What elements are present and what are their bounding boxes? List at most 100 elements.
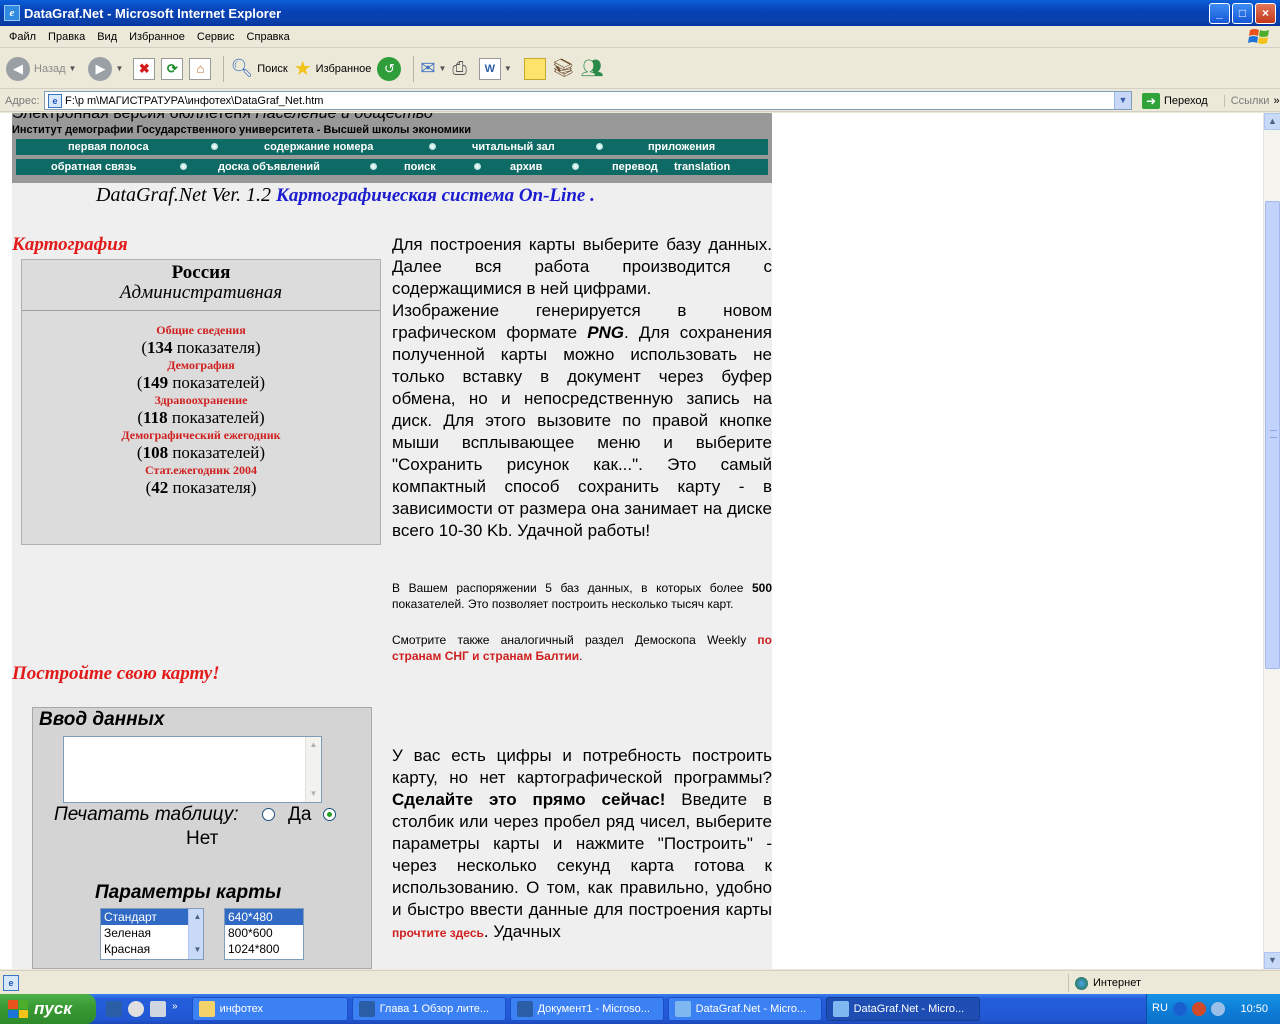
clock[interactable]: 10:50	[1240, 1003, 1268, 1015]
print-yes-radio[interactable]	[261, 808, 275, 822]
mail-dropdown-icon: ▼	[438, 64, 447, 73]
start-label: пуск	[34, 999, 72, 1018]
forward-button[interactable]: ▶ ▼	[88, 56, 124, 81]
word-doc-icon	[358, 1001, 375, 1017]
nav-board[interactable]: доска объявлений	[218, 161, 320, 173]
scroll-thumb[interactable]	[192, 924, 203, 942]
scroll-up-icon[interactable]: ▲	[306, 737, 321, 753]
start-button[interactable]: пуск	[0, 994, 96, 1024]
favorites-label: Избранное	[315, 62, 372, 75]
research-icon: 📚︎	[551, 58, 575, 78]
home-icon: ⌂	[189, 57, 212, 80]
list-option[interactable]: 800*600	[225, 925, 303, 941]
media-quicklaunch-icon[interactable]	[128, 1001, 144, 1017]
home-button[interactable]: ⌂	[189, 57, 212, 80]
toolbar-separator	[223, 55, 225, 82]
word-quicklaunch-icon[interactable]	[106, 1001, 122, 1017]
scroll-down-icon[interactable]: ▼	[192, 942, 203, 957]
go-button[interactable]: ➜ Переход	[1138, 92, 1208, 109]
mail-button[interactable]: ✉ ▼	[420, 58, 446, 79]
database-link[interactable]: Демографический ежегодник	[22, 428, 380, 443]
links-button[interactable]: Ссылки	[1223, 94, 1269, 107]
forward-dropdown-icon: ▼	[115, 64, 124, 73]
minimize-button[interactable]: _	[1209, 2, 1230, 24]
taskbar-item[interactable]: Глава 1 Обзор лите...	[351, 997, 506, 1021]
nav-translation-en[interactable]: translation	[674, 161, 730, 173]
listbox-scrollbar[interactable]: ▲ ▼	[188, 909, 203, 959]
go-arrow-icon: ➜	[1142, 92, 1160, 109]
stop-button[interactable]: ✖	[133, 57, 156, 80]
nav-contents[interactable]: содержание номера	[264, 141, 373, 153]
edit-button[interactable]: W ▼	[478, 57, 512, 80]
taskbar-item[interactable]: Документ1 - Microso...	[509, 997, 664, 1021]
scroll-up-icon[interactable]: ▲	[192, 909, 203, 924]
database-link[interactable]: Демография	[22, 358, 380, 373]
database-link[interactable]: Здравоохранение	[22, 393, 380, 408]
nav-search[interactable]: поиск	[404, 161, 436, 173]
refresh-button[interactable]: ⟳	[161, 57, 184, 80]
page-scrollbar[interactable]: ▲ ▼	[1263, 113, 1280, 969]
menu-file[interactable]: Файл	[0, 31, 42, 43]
address-dropdown-icon[interactable]: ▼	[1114, 92, 1131, 109]
nav-bullet-icon	[429, 143, 436, 150]
scroll-up-icon[interactable]: ▲	[1264, 113, 1280, 130]
network-icon[interactable]	[1192, 1002, 1206, 1016]
bulletin-title-plain: Электронная версия бюллетеня	[12, 113, 256, 122]
maximize-button[interactable]: □	[1232, 2, 1253, 24]
discuss-button[interactable]	[523, 57, 546, 80]
list-option[interactable]: 640*480	[225, 909, 303, 925]
list-option[interactable]: 1024*800	[225, 941, 303, 957]
back-button[interactable]: ◀ Назад ▼	[6, 56, 76, 81]
search-button[interactable]: 🔍︎ Поиск	[230, 58, 287, 79]
bluetooth-icon[interactable]	[1173, 1002, 1187, 1016]
address-input[interactable]: e F:\р m\МАГИСТРАТУРА\инфотех\DataGraf_N…	[44, 91, 1132, 110]
nav-archive[interactable]: архив	[510, 161, 542, 173]
scroll-thumb[interactable]	[1265, 201, 1280, 669]
database-link[interactable]: Общие сведения	[22, 323, 380, 338]
data-textarea[interactable]: ▲ ▼	[63, 736, 322, 803]
taskbar-item[interactable]: DataGraf.Net - Micro...	[667, 997, 822, 1021]
database-link[interactable]: Стат.ежегодник 2004	[22, 463, 380, 478]
russia-database-box: Россия Административная Общие сведения (…	[21, 259, 381, 545]
read-here-link[interactable]: прочтите здесь	[392, 926, 484, 940]
links-chevron-icon[interactable]: »	[1273, 95, 1279, 107]
print-no-radio[interactable]	[322, 808, 336, 822]
print-button[interactable]: ⎙	[452, 58, 466, 79]
textarea-scrollbar[interactable]: ▲ ▼	[305, 737, 321, 802]
nav-first-page[interactable]: первая полоса	[68, 141, 149, 153]
nav-appendix[interactable]: приложения	[648, 141, 715, 153]
map-size-listbox[interactable]: 640*480 800*600 1024*800	[224, 908, 304, 960]
color-scheme-listbox[interactable]: Стандарт Зеленая Красная ▲ ▼	[100, 908, 204, 960]
language-indicator[interactable]: RU	[1152, 1002, 1168, 1014]
go-label: Переход	[1164, 94, 1208, 107]
menu-help[interactable]: Справка	[241, 31, 296, 43]
scroll-down-icon[interactable]: ▼	[306, 786, 321, 802]
scroll-down-icon[interactable]: ▼	[1264, 952, 1280, 969]
mail-icon: ✉	[420, 58, 436, 78]
app-quicklaunch-icon[interactable]	[150, 1001, 166, 1017]
favorites-button[interactable]: ★ Избранное	[294, 56, 372, 81]
history-button[interactable]: ↺	[377, 56, 402, 81]
cartography-heading: Картография	[12, 234, 128, 255]
edit-dropdown-icon: ▼	[503, 64, 512, 73]
web-page: Электронная версия бюллетеня Население и…	[12, 113, 772, 969]
close-button[interactable]: ×	[1255, 2, 1276, 24]
nav-feedback[interactable]: обратная связь	[51, 161, 136, 173]
windows-logo-icon	[1248, 29, 1269, 44]
taskbar-item[interactable]: инфотех	[191, 997, 348, 1021]
menu-edit[interactable]: Правка	[42, 31, 91, 43]
address-value[interactable]: F:\р m\МАГИСТРАТУРА\инфотех\DataGraf_Net…	[65, 95, 1114, 107]
research-button[interactable]: 📚︎	[552, 58, 575, 79]
taskbar-item-active[interactable]: DataGraf.Net - Micro...	[825, 997, 980, 1021]
messenger-button[interactable]: 👥︎	[581, 58, 604, 79]
search-icon: 🔍︎	[230, 58, 254, 78]
nav-translation-ru[interactable]: перевод	[612, 161, 658, 173]
map-kind: Административная	[119, 282, 283, 303]
nav-reading-room[interactable]: читальный зал	[472, 141, 555, 153]
quicklaunch-more-icon[interactable]: »	[172, 1001, 178, 1017]
menu-favorites[interactable]: Избранное	[123, 31, 191, 43]
demoscope-note: Смотрите также аналогичный раздел Демоск…	[392, 633, 772, 663]
menu-view[interactable]: Вид	[91, 31, 123, 43]
volume-icon[interactable]	[1211, 1002, 1225, 1016]
menu-tools[interactable]: Сервис	[191, 31, 241, 43]
